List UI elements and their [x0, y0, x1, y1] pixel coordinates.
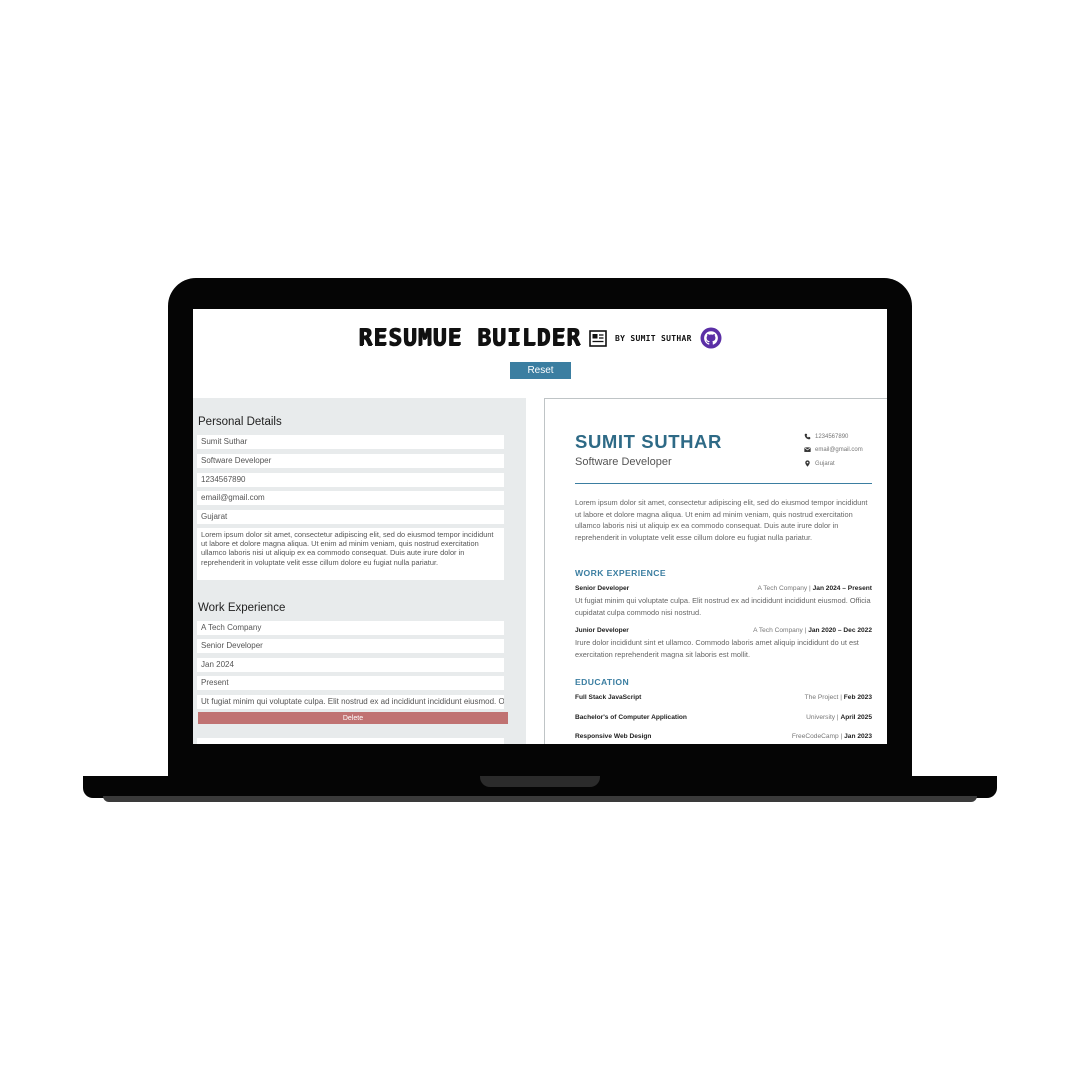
- job-row: Junior Developer A Tech Company | Jan 20…: [575, 627, 872, 634]
- delete-button[interactable]: Delete: [198, 712, 508, 724]
- job-dates: Jan 2020 – Dec 2022: [808, 627, 872, 634]
- summary-textarea[interactable]: Lorem ipsum dolor sit amet, consectetur …: [197, 528, 504, 580]
- preview-email-text: email@gmail.com: [815, 446, 863, 453]
- education-date: April 2025: [840, 714, 872, 721]
- job-title-field[interactable]: Software Developer: [197, 454, 504, 468]
- phone-field[interactable]: 1234567890: [197, 473, 504, 487]
- education-meta: The Project | Feb 2023: [805, 694, 872, 701]
- location-field[interactable]: Gujarat: [197, 510, 504, 524]
- education-date: Jan 2023: [844, 733, 872, 740]
- education-heading: EDUCATION: [575, 677, 630, 687]
- job-description: Ut fugiat minim qui voluptate culpa. Eli…: [575, 596, 871, 617]
- personal-details-title: Personal Details: [198, 416, 282, 428]
- preview-phone: 1234567890: [804, 433, 848, 440]
- job-company: A Tech Company |: [753, 627, 807, 634]
- job-dates: Jan 2024 – Present: [812, 585, 872, 592]
- job-company: A Tech Company |: [757, 585, 811, 592]
- email-field[interactable]: email@gmail.com: [197, 491, 504, 505]
- job-description-field[interactable]: Ut fugiat minim qui voluptate culpa. Eli…: [197, 695, 504, 709]
- job-meta: A Tech Company | Jan 2024 – Present: [757, 585, 872, 592]
- education-date: Feb 2023: [843, 694, 872, 701]
- app-screen: RESUMUE BUILDER BY SUMIT SUTHAR Reset Pe…: [193, 309, 887, 744]
- education-course: Bachelor's of Computer Application: [575, 714, 687, 721]
- mail-icon: [804, 447, 811, 452]
- education-row: Full Stack JavaScript The Project | Feb …: [575, 694, 872, 701]
- job-row: Senior Developer A Tech Company | Jan 20…: [575, 585, 872, 592]
- preview-email: email@gmail.com: [804, 446, 863, 453]
- start-date-field[interactable]: Jan 2024: [197, 658, 504, 672]
- preview-name: SUMIT SUTHAR: [575, 431, 722, 452]
- education-meta: FreeCodeCamp | Jan 2023: [792, 733, 872, 740]
- reset-button[interactable]: Reset: [510, 362, 571, 379]
- preview-role: Software Developer: [575, 456, 672, 468]
- name-field[interactable]: Sumit Suthar: [197, 435, 504, 449]
- location-pin-icon: [805, 460, 810, 467]
- next-field[interactable]: [197, 738, 504, 744]
- laptop-notch: [480, 776, 600, 787]
- job-description: Irure dolor incididunt sint et ullamco. …: [575, 638, 859, 659]
- app-header: RESUMUE BUILDER BY SUMIT SUTHAR: [193, 323, 887, 353]
- work-experience-heading: WORK EXPERIENCE: [575, 568, 666, 578]
- job-position: Junior Developer: [575, 627, 629, 634]
- resume-preview: SUMIT SUTHAR Software Developer 12345678…: [544, 398, 887, 744]
- position-field[interactable]: Senior Developer: [197, 639, 504, 653]
- github-icon[interactable]: [700, 327, 722, 349]
- preview-summary: Lorem ipsum dolor sit amet, consectetur …: [575, 498, 868, 542]
- education-row: Bachelor's of Computer Application Unive…: [575, 714, 872, 721]
- app-title: RESUMUE BUILDER: [358, 325, 581, 351]
- preview-phone-text: 1234567890: [815, 433, 849, 440]
- id-card-icon: [589, 329, 607, 347]
- author-byline: BY SUMIT SUTHAR: [614, 333, 692, 343]
- job-position: Senior Developer: [575, 585, 630, 592]
- company-field[interactable]: A Tech Company: [197, 621, 504, 635]
- education-meta: University | April 2025: [806, 714, 872, 721]
- preview-location-text: Gujarat: [815, 460, 835, 467]
- laptop-base-shadow: [103, 796, 977, 802]
- editor-panel: Personal Details Sumit Suthar Software D…: [193, 398, 526, 744]
- phone-icon: [804, 433, 811, 440]
- preview-location: Gujarat: [804, 460, 835, 467]
- education-course: Full Stack JavaScript: [575, 694, 642, 701]
- end-date-field[interactable]: Present: [197, 676, 504, 690]
- job-meta: A Tech Company | Jan 2020 – Dec 2022: [753, 627, 872, 634]
- preview-divider: [575, 483, 872, 484]
- education-school: University |: [806, 714, 839, 721]
- education-school: FreeCodeCamp |: [791, 733, 843, 740]
- education-school: The Project |: [804, 694, 842, 701]
- education-course: Responsive Web Design: [575, 733, 652, 740]
- work-experience-title: Work Experience: [198, 602, 286, 614]
- education-row: Responsive Web Design FreeCodeCamp | Jan…: [575, 733, 872, 740]
